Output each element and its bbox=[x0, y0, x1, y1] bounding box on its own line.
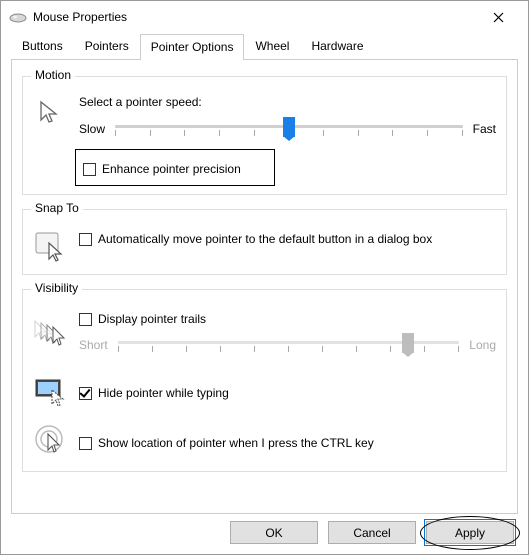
pointer-trails-icon bbox=[33, 316, 69, 352]
group-snap-to-legend: Snap To bbox=[31, 201, 83, 215]
fast-label: Fast bbox=[473, 122, 496, 136]
enhance-precision-checkbox[interactable] bbox=[83, 163, 96, 176]
snap-to-label: Automatically move pointer to the defaul… bbox=[98, 232, 432, 246]
group-motion-legend: Motion bbox=[31, 68, 75, 82]
pointer-speed-slider[interactable] bbox=[115, 115, 463, 143]
hide-pointer-icon bbox=[33, 373, 69, 409]
hide-pointer-label: Hide pointer while typing bbox=[98, 386, 229, 400]
snap-to-icon bbox=[33, 228, 69, 264]
group-visibility-legend: Visibility bbox=[31, 281, 82, 295]
tab-wheel[interactable]: Wheel bbox=[244, 33, 300, 59]
pointer-trails-label: Display pointer trails bbox=[98, 312, 206, 326]
close-button[interactable] bbox=[476, 2, 520, 32]
ctrl-locate-checkbox[interactable] bbox=[79, 437, 92, 450]
ctrl-locate-label: Show location of pointer when I press th… bbox=[98, 436, 374, 450]
ctrl-locate-icon bbox=[33, 423, 69, 459]
cursor-speed-icon bbox=[33, 95, 69, 131]
tab-strip: Buttons Pointers Pointer Options Wheel H… bbox=[1, 33, 528, 59]
group-snap-to: Snap To Automatically move pointer to th… bbox=[22, 209, 507, 275]
trail-length-slider bbox=[118, 331, 460, 359]
short-label: Short bbox=[79, 338, 108, 352]
cancel-button[interactable]: Cancel bbox=[328, 521, 416, 544]
ok-button[interactable]: OK bbox=[230, 521, 318, 544]
pointer-speed-label: Select a pointer speed: bbox=[79, 95, 496, 109]
enhance-precision-highlight: Enhance pointer precision bbox=[75, 149, 275, 186]
mouse-properties-window: Mouse Properties Buttons Pointers Pointe… bbox=[0, 0, 529, 555]
apply-button[interactable]: Apply bbox=[426, 521, 514, 544]
hide-pointer-checkbox[interactable] bbox=[79, 387, 92, 400]
titlebar: Mouse Properties bbox=[1, 1, 528, 33]
dialog-buttons: OK Cancel Apply bbox=[230, 521, 514, 544]
group-visibility: Visibility Display pointer trails bbox=[22, 289, 507, 471]
tab-pointer-options[interactable]: Pointer Options bbox=[140, 34, 245, 60]
window-title: Mouse Properties bbox=[33, 10, 476, 24]
tab-buttons[interactable]: Buttons bbox=[11, 33, 74, 59]
snap-to-checkbox[interactable] bbox=[79, 233, 92, 246]
tab-hardware[interactable]: Hardware bbox=[300, 33, 374, 59]
enhance-precision-label: Enhance pointer precision bbox=[102, 162, 241, 176]
slow-label: Slow bbox=[79, 122, 105, 136]
group-motion: Motion Select a pointer speed: Slow Fas bbox=[22, 76, 507, 195]
close-icon bbox=[493, 12, 504, 23]
tab-pointers[interactable]: Pointers bbox=[74, 33, 140, 59]
tab-panel: Motion Select a pointer speed: Slow Fas bbox=[11, 59, 518, 514]
mouse-icon bbox=[9, 12, 27, 22]
pointer-trails-checkbox[interactable] bbox=[79, 313, 92, 326]
long-label: Long bbox=[469, 338, 496, 352]
